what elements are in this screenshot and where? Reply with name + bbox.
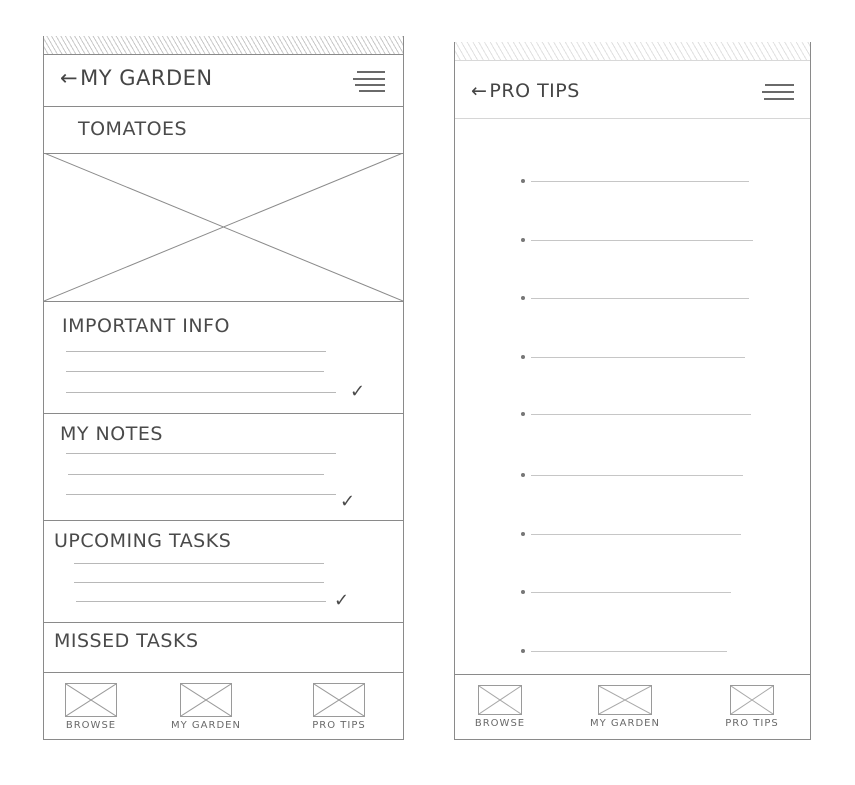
bottom-navigation: BROWSE MY GARDEN PRO TIPS xyxy=(455,674,810,740)
nav-label: BROWSE xyxy=(474,718,526,729)
pro-tips-thumbnail-icon xyxy=(730,685,774,715)
check-icon[interactable]: ✓ xyxy=(350,381,365,402)
bullet-icon xyxy=(521,649,525,653)
nav-item-my-garden[interactable]: MY GARDEN xyxy=(580,685,670,729)
browse-thumbnail-icon xyxy=(65,683,117,717)
text-line xyxy=(66,453,336,454)
text-line xyxy=(66,351,326,352)
text-line xyxy=(531,240,753,241)
nav-label: BROWSE xyxy=(65,720,117,731)
my-notes-section[interactable]: MY NOTES ✓ xyxy=(44,413,403,521)
nav-item-pro-tips[interactable]: PRO TIPS xyxy=(707,685,797,729)
missed-tasks-section[interactable]: MISSED TASKS xyxy=(44,622,403,674)
text-line xyxy=(66,494,336,495)
text-line xyxy=(531,475,743,476)
text-line xyxy=(531,651,727,652)
section-title: IMPORTANT INFO xyxy=(62,315,230,337)
hamburger-menu-icon[interactable] xyxy=(353,70,385,92)
section-title: MISSED TASKS xyxy=(54,630,199,652)
text-line xyxy=(74,582,324,583)
bottom-navigation: BROWSE MY GARDEN PRO TIPS xyxy=(44,672,403,740)
bullet-icon xyxy=(521,296,525,300)
bullet-icon xyxy=(521,473,525,477)
my-garden-thumbnail-icon xyxy=(180,683,232,717)
nav-item-browse[interactable]: BROWSE xyxy=(46,683,136,731)
text-line xyxy=(68,474,324,475)
bullet-icon xyxy=(521,590,525,594)
status-bar xyxy=(44,36,403,55)
plant-title-bar: TOMATOES xyxy=(44,106,403,154)
app-header: ← PRO TIPS xyxy=(455,60,810,119)
nav-label: MY GARDEN xyxy=(171,720,241,731)
back-button[interactable]: ← PRO TIPS xyxy=(471,80,580,102)
status-bar xyxy=(455,42,810,61)
nav-item-my-garden[interactable]: MY GARDEN xyxy=(161,683,251,731)
page-title: PRO TIPS xyxy=(489,80,580,102)
check-icon[interactable]: ✓ xyxy=(340,491,355,512)
text-line xyxy=(74,563,324,564)
nav-label: PRO TIPS xyxy=(312,720,366,731)
bullet-icon xyxy=(521,412,525,416)
nav-item-browse[interactable]: BROWSE xyxy=(455,685,545,729)
nav-item-pro-tips[interactable]: PRO TIPS xyxy=(294,683,384,731)
text-line xyxy=(531,181,749,182)
my-garden-thumbnail-icon xyxy=(598,685,652,715)
my-garden-screen: ←MY GARDEN TOMATOES IMPORTANT INFO ✓ MY … xyxy=(43,36,404,740)
nav-label: PRO TIPS xyxy=(725,718,779,729)
text-line xyxy=(66,392,336,393)
bullet-icon xyxy=(521,238,525,242)
back-arrow-icon: ← xyxy=(60,66,79,90)
bullet-icon xyxy=(521,179,525,183)
check-icon[interactable]: ✓ xyxy=(334,590,349,611)
text-line xyxy=(66,371,324,372)
important-info-section[interactable]: IMPORTANT INFO ✓ xyxy=(44,301,403,414)
text-line xyxy=(76,601,326,602)
back-button[interactable]: ←MY GARDEN xyxy=(60,66,213,90)
upcoming-tasks-section[interactable]: UPCOMING TASKS ✓ xyxy=(44,520,403,623)
text-line xyxy=(531,534,741,535)
image-placeholder-icon xyxy=(44,153,403,301)
text-line xyxy=(531,414,751,415)
page-title: MY GARDEN xyxy=(80,66,213,90)
browse-thumbnail-icon xyxy=(478,685,522,715)
section-title: MY NOTES xyxy=(60,423,163,445)
plant-name: TOMATOES xyxy=(78,118,188,140)
bullet-icon xyxy=(521,355,525,359)
nav-label: MY GARDEN xyxy=(590,718,660,729)
text-line xyxy=(531,298,749,299)
plant-image xyxy=(44,153,403,302)
pro-tips-screen: ← PRO TIPS BROWSE MY GARDEN PRO TIPS xyxy=(454,42,811,740)
pro-tips-thumbnail-icon xyxy=(313,683,365,717)
app-header: ←MY GARDEN xyxy=(44,54,403,107)
hamburger-menu-icon[interactable] xyxy=(762,82,794,104)
section-title: UPCOMING TASKS xyxy=(54,530,232,552)
bullet-icon xyxy=(521,532,525,536)
back-arrow-icon: ← xyxy=(471,80,488,102)
text-line xyxy=(531,357,745,358)
text-line xyxy=(531,592,731,593)
